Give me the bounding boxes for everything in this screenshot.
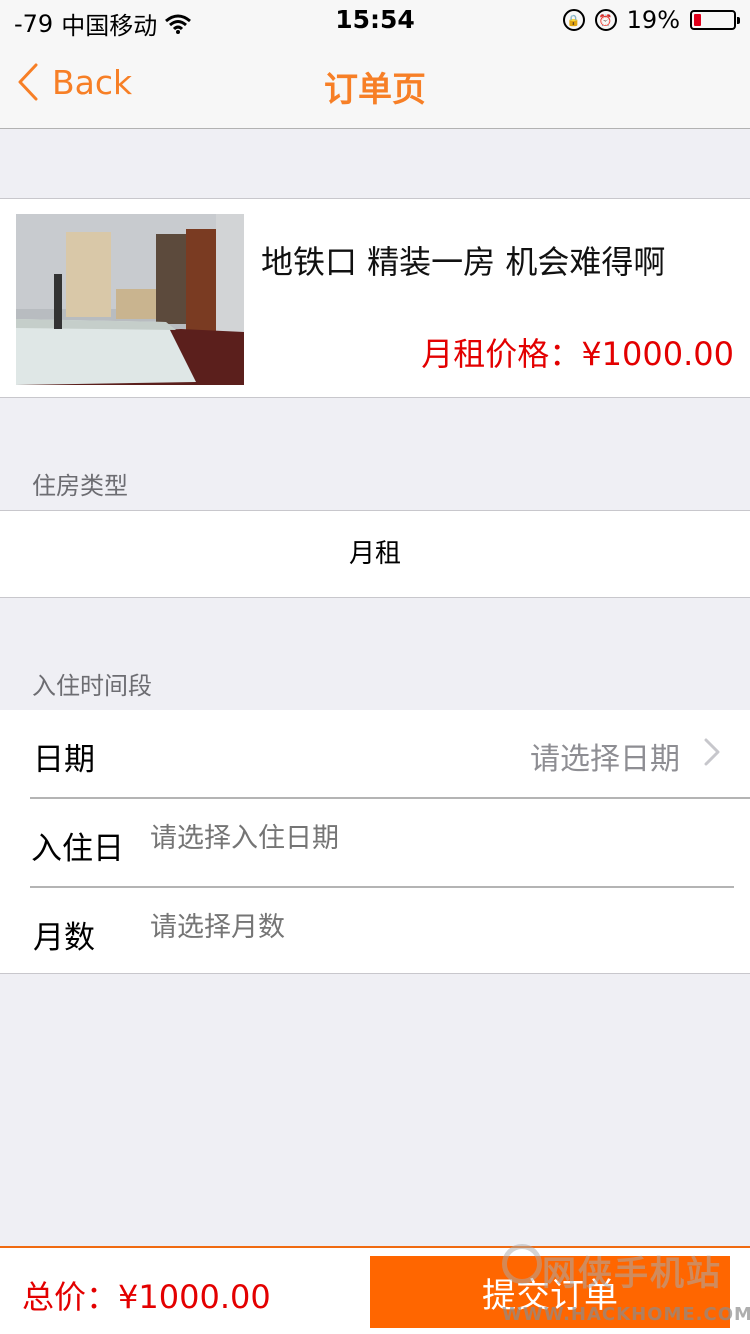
status-bar: -79 中国移动 15:54 🔒 ⏰ 19% — [0, 0, 750, 40]
housing-type-cell[interactable]: 月租 — [0, 510, 750, 598]
stay-period-header: 入住时间段 — [32, 672, 152, 700]
chevron-right-icon — [704, 738, 720, 766]
chevron-left-icon — [18, 63, 38, 101]
product-price-value: ¥1000.00 — [581, 335, 734, 373]
navigation-bar: Back 订单页 — [0, 40, 750, 129]
alarm-icon: ⏰ — [594, 9, 617, 31]
back-label: Back — [52, 62, 133, 102]
checkin-date-input[interactable] — [150, 823, 710, 854]
submit-order-button[interactable]: 提交订单 — [370, 1256, 730, 1328]
product-card[interactable]: 地铁口 精装一房 机会难得啊 月租价格：¥1000.00 — [0, 198, 750, 398]
date-label: 日期 — [33, 742, 95, 778]
months-input[interactable] — [150, 912, 710, 943]
checkin-label: 入住日 — [31, 831, 124, 867]
date-row[interactable]: 日期 请选择日期 — [0, 710, 750, 798]
battery-icon — [690, 10, 740, 30]
total-price-label: 总价： — [22, 1278, 119, 1316]
rotation-lock-icon: 🔒 — [562, 9, 585, 31]
checkin-row: 入住日 — [0, 799, 750, 887]
months-row: 月数 — [0, 888, 750, 976]
bottom-bar: 总价：¥1000.00 提交订单 — [0, 1246, 750, 1334]
product-image — [16, 214, 244, 385]
total-price: 总价：¥1000.00 — [22, 1272, 271, 1318]
product-price-label: 月租价格： — [421, 335, 582, 373]
battery-fill — [694, 14, 702, 26]
back-button[interactable]: Back — [16, 62, 132, 102]
product-title: 地铁口 精装一房 机会难得啊 — [261, 243, 666, 281]
stay-period-form: 日期 请选择日期 入住日 月数 — [0, 710, 750, 974]
battery-percent: 19% — [626, 6, 680, 34]
months-label: 月数 — [33, 920, 95, 956]
total-price-value: ¥1000.00 — [118, 1278, 271, 1316]
status-right: 🔒 ⏰ 19% — [562, 6, 740, 34]
housing-type-header: 住房类型 — [32, 472, 128, 500]
product-price: 月租价格：¥1000.00 — [421, 329, 734, 375]
date-value: 请选择日期 — [530, 742, 680, 777]
